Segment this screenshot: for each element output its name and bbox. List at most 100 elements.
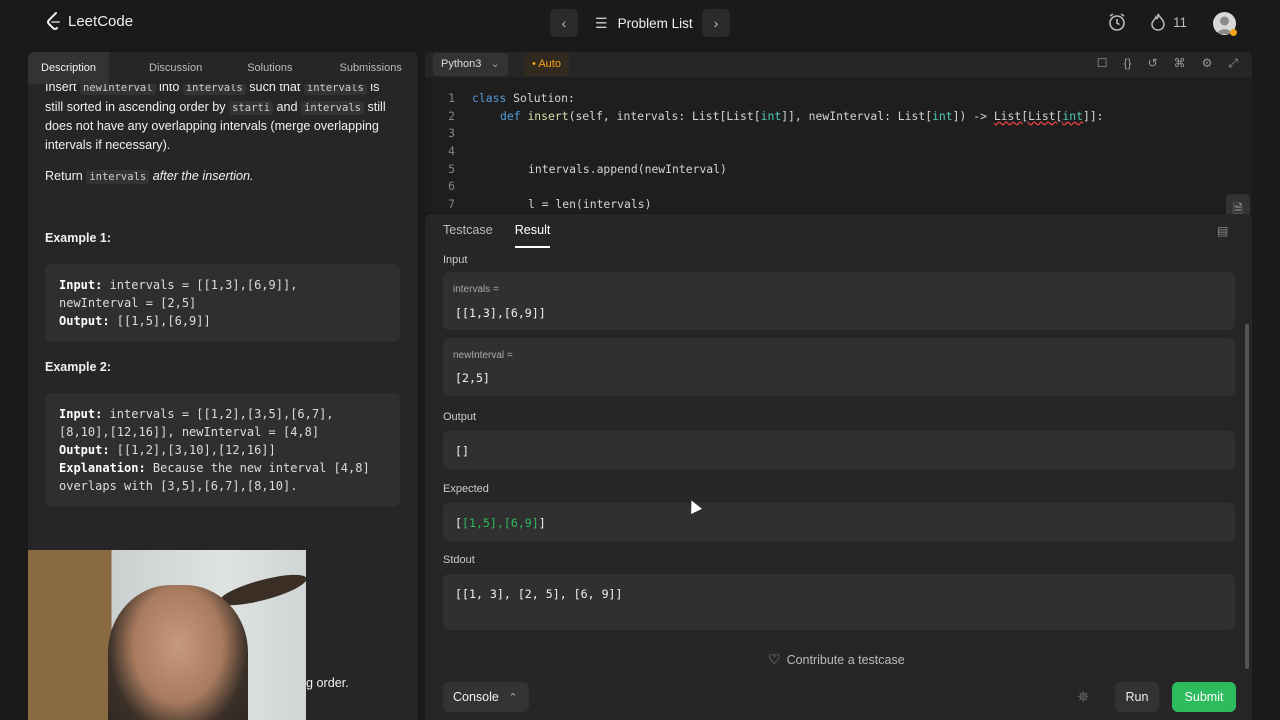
example-2-output-line: Output: [[1,2],[3,10],[12,16]] [59, 441, 386, 459]
chevron-left-icon: ‹ [561, 15, 567, 31]
code-segment: Solution: [506, 91, 575, 105]
code-text: intervals.append(newInterval) [528, 161, 727, 176]
line-number: 3 [448, 126, 455, 141]
line-number: 2 [448, 108, 455, 123]
language-label: Python3 [441, 58, 482, 70]
stdout-label: Stdout [443, 554, 475, 566]
input-label: Input: [59, 407, 103, 421]
expected-value: [[1,5],[6,9]] [455, 516, 546, 530]
output-value: [[1,5],[6,9]] [109, 314, 211, 328]
output-label: Output: [59, 314, 110, 328]
result-tab-bar: Testcase Result [443, 223, 551, 248]
text-segment: after the insertion. [152, 169, 254, 183]
tab-solutions[interactable]: Solutions [215, 62, 305, 74]
language-select[interactable]: Python3 ⌄ [433, 53, 508, 76]
reset-icon[interactable]: ↺ [1148, 56, 1158, 71]
submit-button[interactable]: Submit [1172, 682, 1236, 712]
streak-count: 11 [1173, 14, 1188, 30]
leetcode-logo-icon [47, 12, 60, 30]
console-button[interactable]: Console ⌃ [443, 682, 529, 712]
code-text: l = len(intervals) [528, 197, 652, 212]
next-problem-button[interactable]: › [702, 9, 730, 37]
code-line: 4 [425, 143, 1252, 161]
example-2-title: Example 2: [45, 360, 112, 374]
example-2-input-line: Input: intervals = [[1,2],[3,5],[6,7], [59, 405, 386, 423]
code-editor[interactable]: Python3 ⌄ • Auto ☐ {} ↺ ⌘ ⚙ ⤢ 1 class So… [425, 52, 1252, 212]
timer-button[interactable] [1107, 12, 1127, 37]
problem-list-button[interactable]: ☰ Problem List [595, 15, 693, 32]
shortcut-icon[interactable]: ⌘ [1174, 56, 1186, 71]
example-1-title: Example 1: [45, 231, 112, 245]
debug-icon[interactable]: ✵ [1077, 688, 1090, 706]
alarm-clock-icon [1109, 13, 1125, 31]
tab-submissions[interactable]: Submissions [305, 62, 414, 74]
bracket: ] [538, 516, 546, 530]
code-text: def insert(self, intervals: List[List[in… [458, 108, 1104, 126]
settings-icon[interactable]: ⚙ [1202, 56, 1213, 71]
contribute-testcase-link[interactable]: ♡ Contribute a testcase [768, 651, 905, 668]
webcam-person [108, 585, 248, 720]
input-label: Input [443, 254, 468, 266]
output-label: Output: [59, 443, 110, 457]
layout-icon[interactable]: ▤ [1217, 224, 1228, 238]
input-value: intervals = [[1,3],[6,9]], [102, 278, 298, 292]
line-number: 5 [448, 161, 455, 176]
braces-icon[interactable]: {} [1124, 56, 1132, 71]
inline-code: intervals [301, 100, 364, 115]
expected-box: [[1,5],[6,9]] [443, 503, 1235, 541]
tab-result[interactable]: Result [514, 223, 551, 248]
code-segment: (self, intervals: List[List[ [568, 108, 761, 123]
result-panel: Testcase Result ▤ Input intervals = [[1,… [425, 214, 1252, 720]
code-line: 1 class Solution: [425, 90, 1252, 108]
output-value: [] [455, 444, 469, 458]
scrollbar[interactable] [1245, 324, 1249, 669]
streak-counter[interactable]: 11 [1150, 13, 1187, 31]
code-text: class Solution: [458, 90, 575, 108]
code-area[interactable]: 1 class Solution: 2 def insert(self, int… [425, 90, 1252, 212]
tab-testcase[interactable]: Testcase [443, 223, 493, 248]
param-name: intervals = [453, 284, 499, 295]
auto-mode-button[interactable]: • Auto [524, 53, 569, 76]
notification-dot [1230, 29, 1237, 36]
input-value: intervals = [[1,2],[3,5],[6,7], [102, 407, 334, 421]
list-icon: ☰ [595, 15, 608, 31]
input-value-cont: newInterval = [2,5] [59, 296, 197, 310]
explanation-value-cont: overlaps with [3,5],[6,7],[8,10]. [59, 479, 298, 493]
description-tail-text: g order. [306, 676, 349, 690]
logo[interactable]: LeetCode [46, 12, 133, 30]
example-1-box: Input: intervals = [[1,3],[6,9]], newInt… [45, 264, 400, 342]
bracket: [ [455, 516, 462, 530]
expand-icon[interactable]: ⤢ [1228, 56, 1238, 71]
heart-icon: ♡ [768, 651, 781, 667]
tab-discussion[interactable]: Discussion [109, 62, 215, 74]
expected-inner: [1,5],[6,9] [461, 516, 539, 530]
param-value: [2,5] [455, 371, 490, 385]
chevron-up-icon: ⌃ [508, 692, 518, 704]
line-number: 6 [448, 179, 455, 194]
code-line: 5 intervals.append(newInterval) [425, 161, 1252, 179]
run-button[interactable]: Run [1115, 682, 1159, 712]
text-segment: Return [45, 169, 87, 183]
explanation-label: Explanation: [59, 461, 146, 475]
tab-description[interactable]: Description [28, 52, 110, 84]
type-name: int [932, 108, 953, 123]
keyword: def [500, 108, 521, 123]
prev-problem-button[interactable]: ‹ [550, 9, 578, 37]
stdout-value: [[1, 3], [2, 5], [6, 9]] [455, 587, 623, 601]
explanation-value: Because the new interval [4,8] [145, 461, 370, 475]
example-2-explanation-line: Explanation: Because the new interval [4… [59, 459, 386, 477]
keyword: class [472, 91, 507, 105]
logo-text: LeetCode [68, 12, 134, 30]
inline-code: intervals [86, 170, 150, 184]
bookmark-icon[interactable]: ☐ [1097, 56, 1108, 71]
code-segment: ]]: [1082, 108, 1104, 123]
type-name: int [760, 108, 782, 123]
editor-actions: ☐ {} ↺ ⌘ ⚙ ⤢ [1097, 56, 1238, 71]
console-label: Console [453, 690, 499, 704]
flame-icon [1151, 13, 1165, 31]
problem-list-label: Problem List [617, 16, 693, 31]
code-segment: ]], newInterval: List[ [781, 108, 933, 123]
chevron-right-icon: › [713, 15, 719, 31]
